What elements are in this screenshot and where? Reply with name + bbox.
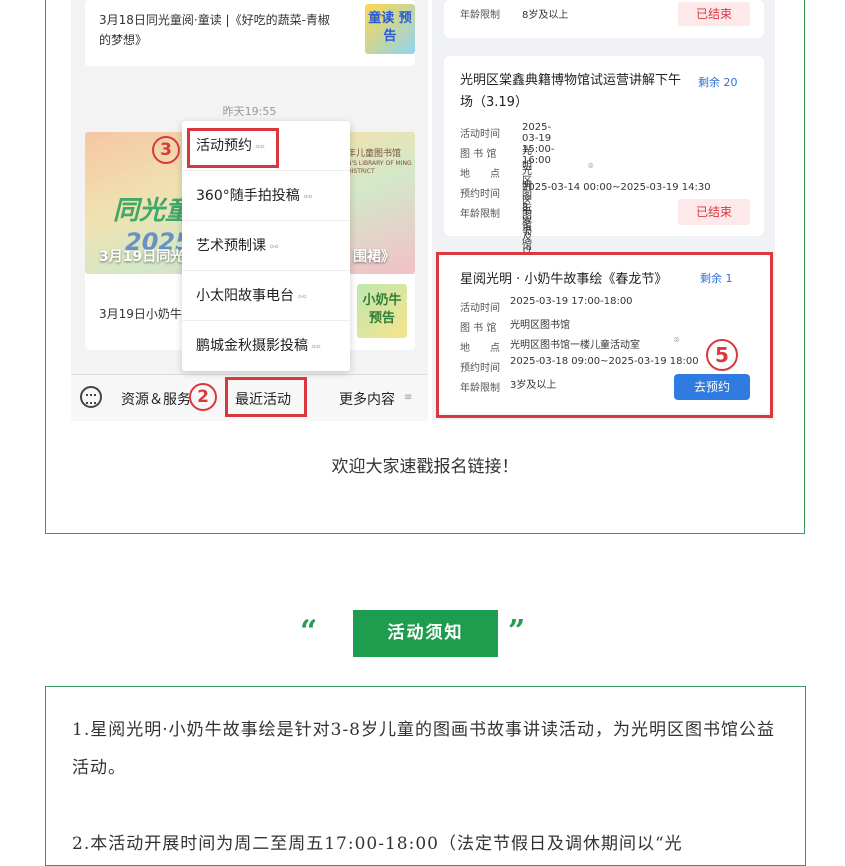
event-title: 光明区棠鑫典籍博物馆试运营讲解下午场（3.19） bbox=[460, 73, 682, 110]
link-icon: ⚯ bbox=[298, 292, 307, 303]
notice-card: 1.星阅光明·小奶牛故事绘是针对3-8岁儿童的图画书故事讲读活动，为光明区图书馆… bbox=[45, 686, 806, 866]
row-label: 图 书 馆 bbox=[460, 149, 497, 160]
chat-message-text: 3月19日小奶牛 bbox=[99, 307, 182, 321]
remaining-count: 剩余 20 bbox=[698, 76, 738, 89]
chat-message-text: 3月18日同光童阅·童读 |《好吃的蔬菜-青椒的梦想》 bbox=[99, 13, 330, 47]
callout-number: 3 bbox=[160, 140, 172, 160]
row-label: 年龄限制 bbox=[460, 10, 500, 21]
row-label: 年龄限制 bbox=[460, 209, 500, 220]
menu-item-label: 艺术预制课 bbox=[196, 238, 266, 254]
chat-timestamp: 昨天19:55 bbox=[222, 105, 277, 118]
row-label: 预约时间 bbox=[460, 189, 500, 200]
link-icon: ⚯ bbox=[303, 192, 313, 203]
status-badge: 已结束 bbox=[678, 2, 750, 26]
caption-text: 欢迎大家速戳报名链接！ bbox=[331, 457, 519, 477]
banner-small-text: N'S LIBRARY OF MING DISTRICT bbox=[347, 160, 412, 175]
event-details: 活动时间 2025-03-19 15:00-16:00 图 书 馆光明区图书馆 地… bbox=[460, 122, 711, 273]
menu-item-story-radio[interactable]: 小太阳故事电台 ⚯ bbox=[182, 271, 350, 321]
callout-number: 2 bbox=[197, 387, 209, 407]
highlight-box-booking bbox=[187, 128, 279, 168]
highlight-box-recent bbox=[225, 377, 307, 417]
row-value: 2025-03-14 00:00~2025-03-19 14:30 bbox=[522, 182, 711, 193]
notice-paragraph: 1.星阅光明·小奶牛故事绘是针对3-8岁儿童的图画书故事讲读活动，为光明区图书馆… bbox=[72, 720, 775, 778]
menu-list-icon: ≡ bbox=[404, 392, 413, 403]
close-quote-icon: ” bbox=[508, 614, 526, 649]
callout-three: 3 bbox=[152, 136, 180, 164]
chat-message[interactable]: 3月18日同光童阅·童读 |《好吃的蔬菜-青椒的梦想》 童读 预告 bbox=[85, 0, 415, 66]
banner-caption-right: 围裙》 bbox=[353, 249, 395, 265]
section-heading: 活动须知 bbox=[353, 610, 498, 657]
preview-thumbnail: 小奶牛 预告 bbox=[357, 284, 407, 338]
event-card[interactable]: 年龄限制 8岁及以上 已结束 bbox=[444, 0, 764, 38]
banner-title: 同光童 bbox=[113, 196, 192, 226]
menu-item-photo-contest[interactable]: 鹏城金秋摄影投稿 ⚯ bbox=[182, 321, 350, 371]
callout-two: 2 bbox=[189, 383, 217, 411]
menu-item-label: 360°随手拍投稿 bbox=[196, 188, 300, 204]
menu-item-label: 小太阳故事电台 bbox=[196, 288, 294, 304]
location-pin-icon[interactable]: ⌾ bbox=[588, 162, 593, 172]
row-value: 8岁及以上 bbox=[522, 10, 569, 21]
thumbnail-label: 小奶牛 预告 bbox=[362, 293, 402, 326]
link-icon: ⚯ bbox=[270, 242, 279, 253]
status-badge: 已结束 bbox=[678, 199, 750, 225]
menu-resources[interactable]: 资源＆服务 bbox=[121, 389, 191, 409]
callout-five: 5 bbox=[706, 339, 738, 371]
callout-number: 5 bbox=[715, 343, 729, 367]
banner-top-text: 年儿童图书馆 bbox=[347, 149, 402, 159]
menu-item-photo-submit[interactable]: 360°随手拍投稿 ⚯ bbox=[182, 171, 350, 221]
thumbnail-label: 童读 预告 bbox=[368, 11, 412, 44]
menu-more[interactable]: 更多内容 bbox=[339, 389, 395, 409]
preview-thumbnail: 童读 预告 bbox=[365, 4, 415, 54]
banner-caption: 3月19日同光 bbox=[99, 249, 185, 265]
highlight-box-event bbox=[436, 252, 773, 418]
row-label: 地 点 bbox=[460, 169, 500, 180]
keyboard-icon[interactable] bbox=[80, 386, 102, 408]
open-quote-icon: “ bbox=[300, 614, 318, 649]
row-label: 活动时间 bbox=[460, 129, 500, 140]
event-card[interactable]: 光明区棠鑫典籍博物馆试运营讲解下午场（3.19） 剩余 20 活动时间 2025-… bbox=[444, 56, 764, 273]
menu-item-art-class[interactable]: 艺术预制课 ⚯ bbox=[182, 221, 350, 271]
link-icon: ⚯ bbox=[312, 342, 321, 353]
notice-paragraph: 2.本活动开展时间为周二至周五17:00-18:00（法定节假日及调休期间以“光 bbox=[72, 834, 683, 854]
menu-item-label: 鹏城金秋摄影投稿 bbox=[196, 338, 308, 354]
